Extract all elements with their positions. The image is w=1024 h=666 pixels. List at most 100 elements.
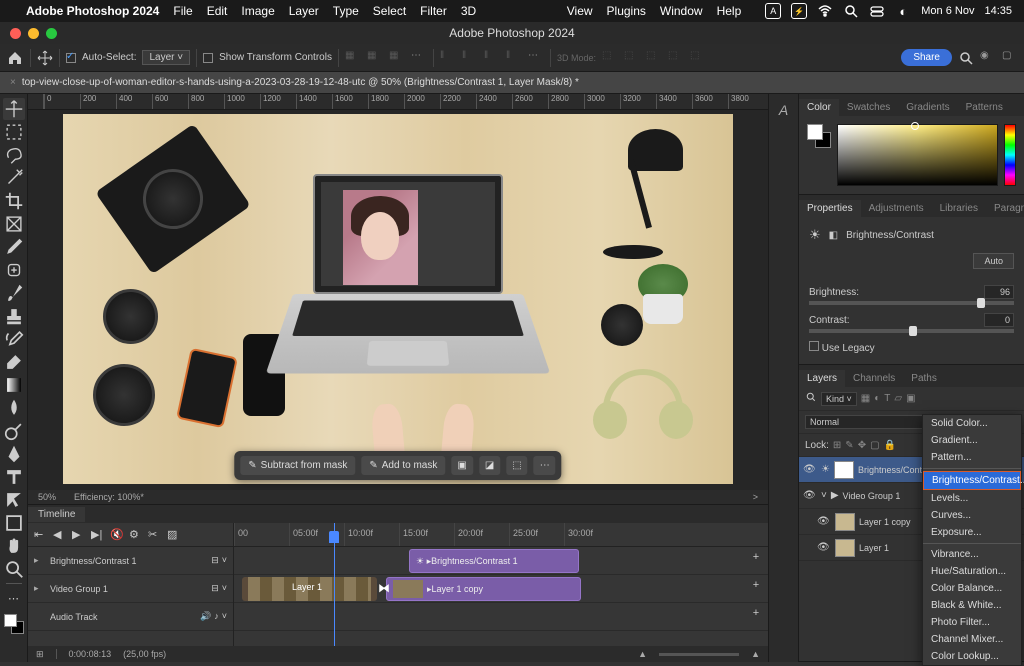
use-legacy-checkbox[interactable] — [809, 341, 819, 351]
eyedropper-tool[interactable] — [3, 236, 25, 258]
playhead[interactable] — [334, 523, 335, 646]
zoom-out-icon[interactable]: ▲ — [638, 649, 647, 659]
efficiency-label[interactable]: Efficiency: 100%* — [74, 492, 144, 502]
menu-exposure[interactable]: Exposure... — [923, 524, 1021, 541]
add-mask-button[interactable]: ✎Add to mask — [361, 456, 445, 475]
disclosure-icon[interactable]: ˅ — [821, 490, 827, 501]
menu-image[interactable]: Image — [241, 4, 274, 18]
distribute-icon-4[interactable]: ‖ — [506, 50, 522, 66]
menu-time[interactable]: 14:35 — [984, 5, 1012, 17]
path-tool[interactable] — [3, 489, 25, 511]
zoom-in-icon[interactable]: ▲ — [751, 649, 760, 659]
track-menu-icon[interactable]: ⊟ — [211, 583, 219, 594]
visibility-icon[interactable]: 👁 — [817, 516, 831, 527]
hand-tool[interactable] — [3, 535, 25, 557]
siri-icon[interactable]: ◐ — [895, 3, 911, 19]
home-icon[interactable] — [6, 49, 24, 67]
auto-select-dropdown[interactable]: Layer ˅ — [142, 50, 190, 65]
type-tool[interactable] — [3, 466, 25, 488]
3d-icon-1[interactable]: ⬚ — [602, 50, 618, 66]
filter-adjustment-icon[interactable]: ◐ — [874, 393, 880, 404]
menu-edit[interactable]: Edit — [207, 4, 228, 18]
split-icon[interactable]: ✂ — [148, 528, 162, 542]
menu-view[interactable]: View — [567, 4, 593, 18]
menu-type[interactable]: Type — [333, 4, 359, 18]
menu-curves[interactable]: Curves... — [923, 507, 1021, 524]
marquee-tool[interactable] — [3, 121, 25, 143]
clip-brightness-contrast[interactable]: ☀ ▸ Brightness/Contrast 1 — [409, 549, 579, 573]
more-icon-2[interactable]: ⋯ — [528, 50, 544, 66]
frame-tool[interactable] — [3, 213, 25, 235]
add-track-button[interactable]: + — [748, 551, 764, 567]
tab-adjustments[interactable]: Adjustments — [861, 200, 932, 217]
align-right-icon[interactable]: ▦ — [389, 50, 405, 66]
eraser-tool[interactable] — [3, 351, 25, 373]
color-swatches[interactable] — [4, 614, 24, 634]
stamp-tool[interactable] — [3, 305, 25, 327]
tab-paths[interactable]: Paths — [903, 370, 945, 387]
track-audio[interactable]: Audio Track 🔊♪˅ — [28, 603, 233, 631]
disclosure-icon[interactable]: ▸ — [34, 555, 44, 566]
character-panel-icon[interactable]: A — [769, 102, 798, 118]
contrast-value[interactable]: 0 — [984, 313, 1014, 327]
visibility-icon[interactable]: 👁 — [817, 542, 831, 553]
menu-solid-color[interactable]: Solid Color... — [923, 415, 1021, 432]
settings-icon[interactable]: ⚙ — [129, 528, 143, 542]
lock-all-icon[interactable]: ⊞ — [833, 440, 841, 451]
note-icon[interactable]: ♪ — [214, 611, 219, 622]
gradient-tool[interactable] — [3, 374, 25, 396]
menu-window[interactable]: Window — [660, 4, 703, 18]
frames-icon[interactable]: ⊞ — [36, 649, 44, 660]
auto-button[interactable]: Auto — [973, 253, 1014, 269]
menu-black-white[interactable]: Black & White... — [923, 597, 1021, 614]
visibility-icon[interactable]: 👁 — [803, 464, 817, 475]
more-icon[interactable]: ⋯ — [411, 50, 427, 66]
move-tool-icon[interactable] — [37, 50, 53, 66]
distribute-icon-1[interactable]: ‖ — [440, 50, 456, 66]
audio-icon[interactable]: 🔊 — [200, 611, 211, 622]
mask-more[interactable]: ⋯ — [534, 456, 556, 475]
3d-icon-2[interactable]: ⬚ — [624, 50, 640, 66]
subtract-mask-button[interactable]: ✎Subtract from mask — [240, 456, 355, 475]
3d-icon-5[interactable]: ⬚ — [690, 50, 706, 66]
next-frame-icon[interactable]: ▶| — [91, 528, 105, 542]
menu-photo-filter[interactable]: Photo Filter... — [923, 614, 1021, 631]
tab-patterns[interactable]: Patterns — [958, 99, 1011, 116]
filter-pixel-icon[interactable]: ▦ — [861, 393, 870, 404]
tab-paragraph[interactable]: Paragraph — [986, 200, 1024, 217]
lasso-tool[interactable] — [3, 144, 25, 166]
input-icon[interactable]: A — [765, 3, 781, 19]
menu-color-lookup[interactable]: Color Lookup... — [923, 648, 1021, 665]
menu-file[interactable]: File — [173, 4, 192, 18]
filter-type-icon[interactable]: T — [884, 393, 890, 404]
mute-icon[interactable]: 🔇 — [110, 528, 124, 542]
visibility-icon[interactable]: 👁 — [803, 490, 817, 501]
tab-color[interactable]: Color — [799, 99, 839, 116]
mask-option-2[interactable]: ◪ — [479, 456, 500, 475]
track-video-group[interactable]: ▸ Video Group 1 ⊟˅ — [28, 575, 233, 603]
menu-channel-mixer[interactable]: Channel Mixer... — [923, 631, 1021, 648]
document-tab[interactable]: × top-view-close-up-of-woman-editor-s-ha… — [0, 72, 1024, 94]
align-center-icon[interactable]: ▦ — [367, 50, 383, 66]
wifi-icon[interactable] — [817, 3, 833, 19]
menu-3d[interactable]: 3D — [461, 4, 476, 18]
filter-icon[interactable] — [805, 391, 817, 406]
menu-vibrance[interactable]: Vibrance... — [923, 546, 1021, 563]
filter-smart-icon[interactable]: ▣ — [906, 393, 915, 404]
brightness-slider[interactable] — [809, 301, 1014, 305]
mask-option-3[interactable]: ⬚ — [506, 456, 527, 475]
brush-tool[interactable] — [3, 282, 25, 304]
clip-layer-1-copy[interactable]: ▸ Layer 1 copy — [386, 577, 581, 601]
hue-slider[interactable] — [1004, 124, 1016, 186]
timeline-ruler[interactable]: 0005:00f10:00f15:00f20:00f25:00f30:00f — [234, 523, 768, 547]
menu-gradient[interactable]: Gradient... — [923, 432, 1021, 449]
search-panel-icon[interactable] — [958, 50, 974, 66]
lock-position-icon[interactable]: ✥ — [858, 440, 866, 451]
3d-icon-4[interactable]: ⬚ — [668, 50, 684, 66]
dodge-tool[interactable] — [3, 420, 25, 442]
brightness-value[interactable]: 96 — [984, 285, 1014, 299]
zoom-level[interactable]: 50% — [38, 492, 56, 502]
menu-date[interactable]: Mon 6 Nov — [921, 5, 974, 17]
zoom-tool[interactable] — [3, 558, 25, 580]
tab-gradients[interactable]: Gradients — [898, 99, 957, 116]
